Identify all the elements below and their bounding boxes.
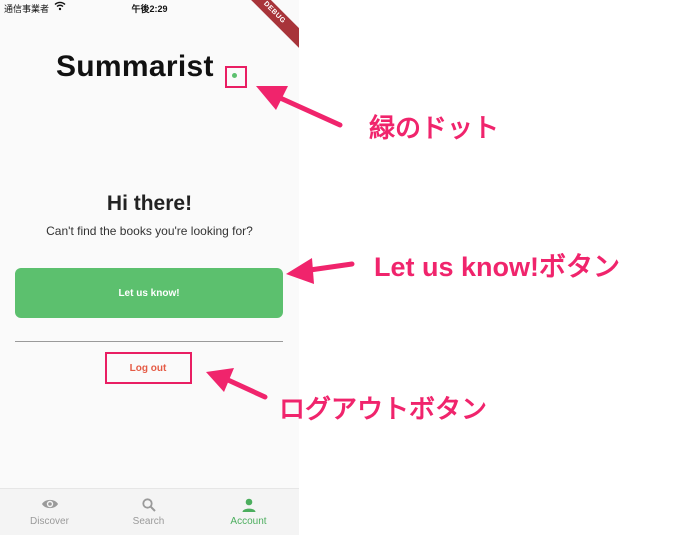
arrow-to-logout	[206, 368, 268, 400]
annotation-logout-button: ログアウトボタン	[279, 394, 488, 424]
arrow-to-letus	[286, 258, 355, 284]
annotation-green-dot: 緑のドット	[369, 113, 500, 143]
arrow-to-dot	[256, 86, 343, 128]
annotation-letus-button: Let us know!ボタン	[374, 252, 621, 282]
